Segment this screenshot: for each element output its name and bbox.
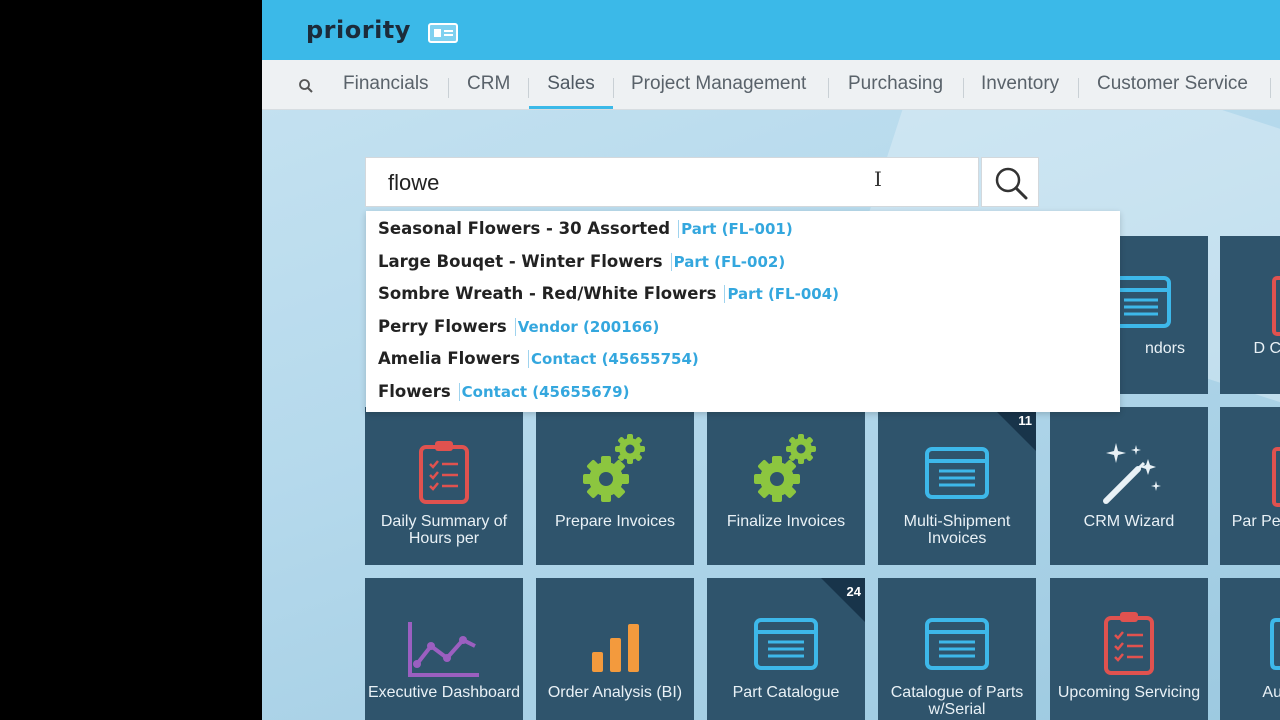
suggestion-name: Flowers [378,381,451,401]
tile-order-analysis[interactable]: Order Analysis (BI) [536,578,694,720]
main-menu: Financials CRM Sales Project Management … [262,60,1280,110]
menu-project-management[interactable]: Project Management [631,73,806,109]
tile-executive-dashboard[interactable]: Executive Dashboard [365,578,523,720]
count-badge: 11 [1018,413,1032,428]
tile-label: Part Catalogue [732,684,840,701]
suggestion-tag: Contact (45655754) [528,350,699,369]
tile-crm-wizard[interactable]: CRM Wizard [1050,407,1208,565]
gears-icon [754,434,816,502]
priority-logo[interactable]: priority [306,16,411,44]
gears-icon [583,434,645,502]
tile-daily-summary[interactable]: Daily Summary of Hours per [365,407,523,565]
tile-multi-shipment-invoices[interactable]: 11 Multi-Shipment Invoices [878,407,1036,565]
suggestion-name: Large Bouqet - Winter Flowers [378,251,663,271]
menu-divider [613,78,614,98]
suggestion-tag: Part (FL-001) [678,220,793,238]
search-box: I [365,157,979,207]
form-icon [925,447,989,499]
tile-label: Finalize Invoices [726,513,846,530]
tile-par-per[interactable]: Par Per [1220,407,1280,565]
tile-label: Multi-Shipment Invoices [903,513,1011,547]
tile-au[interactable]: Au [1220,578,1280,720]
count-badge: 24 [846,584,861,599]
form-icon [1270,618,1280,670]
top-bar: priority [262,0,1280,60]
menu-divider [1078,78,1079,98]
suggestion-tag: Part (FL-004) [724,285,840,304]
suggestion-name: Sombre Wreath - Red/White Flowers [378,284,717,304]
form-icon [754,618,818,670]
suggestion-tag: Part (FL-002) [670,252,786,271]
menu-divider [828,78,829,98]
menu-purchasing[interactable]: Purchasing [848,73,943,109]
tile-label: Prepare Invoices [554,513,676,530]
suggestion-item[interactable]: Perry Flowers Vendor (200166) [366,317,1120,350]
magic-wand-icon [1103,443,1161,504]
menu-inventory[interactable]: Inventory [981,73,1059,109]
tile-d-cu[interactable]: D Cu [1220,236,1280,394]
tile-label: CRM Wizard [1083,513,1175,530]
menu-financials[interactable]: Financials [343,73,429,109]
tile-prepare-invoices[interactable]: Prepare Invoices [536,407,694,565]
clipboard-icon [1104,612,1154,675]
clipboard-icon [419,441,469,504]
tile-catalogue-of-parts[interactable]: Catalogue of Parts w/Serial [878,578,1036,720]
suggestion-item[interactable]: Amelia Flowers Contact (45655754) [366,349,1120,382]
tile-label: Par Per [1231,513,1280,530]
search-input[interactable] [388,166,948,200]
menu-divider [963,78,964,98]
suggestion-item[interactable]: Large Bouqet - Winter Flowers Part (FL-00… [366,252,1120,285]
suggestion-item[interactable]: Flowers Contact (45655679) [366,382,1120,415]
line-chart-icon [408,622,479,677]
tile-label: D Cu [1253,340,1280,357]
report-icon [1272,447,1280,507]
suggestion-tag: Contact (45655679) [458,382,630,401]
suggestion-name: Amelia Flowers [378,349,520,369]
menu-crm[interactable]: CRM [467,73,510,109]
tile-label: Executive Dashboard [367,684,521,701]
menu-divider [1270,78,1271,98]
suggestion-name: Seasonal Flowers - 30 Assorted [378,219,671,238]
tile-label: Au [1262,684,1280,701]
tile-label: Daily Summary of Hours per [380,513,508,547]
tile-label: Order Analysis (BI) [547,684,683,701]
tile-upcoming-servicing[interactable]: Upcoming Servicing [1050,578,1208,720]
tile-finalize-invoices[interactable]: Finalize Invoices [707,407,865,565]
menu-divider [448,78,449,98]
bar-chart-icon [592,624,639,672]
tile-label: Upcoming Servicing [1057,684,1201,701]
search-button[interactable] [981,157,1039,207]
tile-part-catalogue[interactable]: 24 Part Catalogue [707,578,865,720]
tile-label: Catalogue of Parts w/Serial [890,684,1024,718]
menu-customer-service[interactable]: Customer Service [1097,73,1248,109]
menu-sales[interactable]: Sales [529,73,613,109]
search-icon[interactable] [298,78,314,94]
suggestion-tag: Vendor (200166) [514,317,660,336]
text-cursor-icon: I [874,167,882,191]
report-icon [1272,276,1280,336]
app-window: priority Financials CRM Sales Project Ma… [262,0,1280,720]
id-card-icon[interactable] [428,23,458,43]
search-icon [995,167,1028,200]
suggestion-item[interactable]: Seasonal Flowers - 30 Assorted Part (FL-0… [366,219,1120,252]
form-icon [925,618,989,670]
suggestion-item[interactable]: Sombre Wreath - Red/White Flowers Part (F… [366,284,1120,317]
suggestion-name: Perry Flowers [378,316,507,336]
search-suggestions: Seasonal Flowers - 30 Assorted Part (FL-0… [366,211,1120,412]
